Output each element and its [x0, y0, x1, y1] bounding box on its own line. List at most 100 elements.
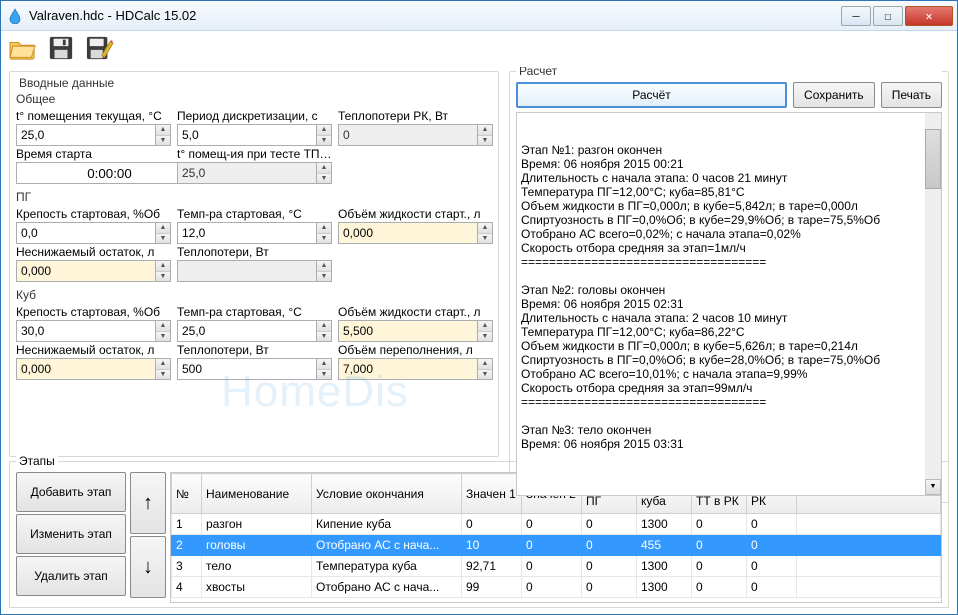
table-cell: 1300: [637, 514, 692, 535]
kub-overflow-label: Объём переполнения, л: [338, 343, 493, 357]
table-row[interactable]: 4хвостыОтобрано АС с нача...9900130000: [172, 577, 941, 598]
spin-buttons[interactable]: ▲▼: [316, 222, 332, 244]
open-button[interactable]: [7, 33, 39, 65]
pg-temp-input[interactable]: [177, 222, 316, 244]
stages-legend: Этапы: [16, 454, 58, 468]
floppy-pencil-icon: [84, 35, 114, 64]
table-cell: 0: [582, 556, 637, 577]
pg-min-label: Неснижаемый остаток, л: [16, 245, 171, 259]
table-cell: 1300: [637, 556, 692, 577]
general-label: Общее: [16, 92, 492, 106]
kub-label: Куб: [16, 288, 492, 302]
spin-buttons[interactable]: ▲▼: [477, 358, 493, 380]
save-result-button[interactable]: Сохранить: [793, 82, 875, 108]
table-header[interactable]: Значен 1: [462, 474, 522, 514]
spin-buttons[interactable]: ▲▼: [316, 260, 332, 282]
pg-temp-label: Темп-ра стартовая, °С: [177, 207, 332, 221]
table-cell: 0: [747, 514, 797, 535]
spin-buttons[interactable]: ▲▼: [316, 124, 332, 146]
pg-min-input[interactable]: [16, 260, 155, 282]
kub-loss-input[interactable]: [177, 358, 316, 380]
table-cell: разгон: [202, 514, 312, 535]
edit-stage-button[interactable]: Изменить этап: [16, 514, 126, 554]
table-cell: 0: [582, 514, 637, 535]
kub-temp-input[interactable]: [177, 320, 316, 342]
kub-loss-label: Теплопотери, Вт: [177, 343, 332, 357]
app-window: Valraven.hdc - HDCalc 15.02 — ☐ ✕ HomeDi…: [0, 0, 958, 615]
spin-buttons[interactable]: ▲▼: [155, 320, 171, 342]
calc-group: Расчет Расчёт Сохранить Печать Этап №1: …: [509, 71, 949, 503]
print-button[interactable]: Печать: [881, 82, 942, 108]
calculate-button[interactable]: Расчёт: [516, 82, 787, 108]
spin-buttons[interactable]: ▲▼: [155, 260, 171, 282]
table-row[interactable]: 1разгонКипение куба000130000: [172, 514, 941, 535]
pg-label: ПГ: [16, 190, 492, 204]
kub-strength-label: Крепость стартовая, %Об: [16, 305, 171, 319]
heatloss-rk-input: [338, 124, 477, 146]
kub-temp-label: Темп-ра стартовая, °С: [177, 305, 332, 319]
table-cell: 0: [692, 577, 747, 598]
table-cell: 92,71: [462, 556, 522, 577]
spin-buttons[interactable]: ▲▼: [477, 222, 493, 244]
scroll-thumb[interactable]: [925, 129, 941, 189]
toolbar: [1, 31, 957, 67]
table-cell: Отобрано АС с нача...: [312, 535, 462, 556]
save-button[interactable]: [45, 33, 77, 65]
t-room-cur-label: t° помещения текущая, °С: [16, 109, 171, 123]
table-cell: Отобрано АС с нача...: [312, 577, 462, 598]
table-row[interactable]: 3телоТемпература куба92,7100130000: [172, 556, 941, 577]
table-header[interactable]: Наименование: [202, 474, 312, 514]
kub-vol-input[interactable]: [338, 320, 477, 342]
period-input[interactable]: [177, 124, 316, 146]
table-cell: 0: [692, 514, 747, 535]
kub-min-input[interactable]: [16, 358, 155, 380]
table-cell: 4: [172, 577, 202, 598]
table-cell: Температура куба: [312, 556, 462, 577]
table-cell: 0: [522, 514, 582, 535]
pg-vol-input[interactable]: [338, 222, 477, 244]
maximize-button[interactable]: ☐: [873, 6, 903, 26]
table-cell: 0: [582, 577, 637, 598]
t-room-test-input: [177, 162, 316, 184]
spin-buttons[interactable]: ▲▼: [316, 162, 332, 184]
spin-buttons[interactable]: ▲▼: [316, 358, 332, 380]
t-room-cur-input[interactable]: [16, 124, 155, 146]
kub-strength-input[interactable]: [16, 320, 155, 342]
spin-buttons[interactable]: ▲▼: [316, 320, 332, 342]
table-cell: 0: [747, 577, 797, 598]
move-up-button[interactable]: ↑: [130, 472, 166, 534]
scrollbar[interactable]: ▲ ▼: [925, 113, 941, 495]
add-stage-button[interactable]: Добавить этап: [16, 472, 126, 512]
spin-buttons[interactable]: ▲▼: [477, 320, 493, 342]
table-cell: головы: [202, 535, 312, 556]
delete-stage-button[interactable]: Удалить этап: [16, 556, 126, 596]
open-folder-icon: [8, 35, 38, 64]
spin-buttons[interactable]: ▲▼: [155, 358, 171, 380]
table-cell: 0: [522, 556, 582, 577]
spin-buttons[interactable]: ▲▼: [477, 124, 493, 146]
titlebar: Valraven.hdc - HDCalc 15.02 — ☐ ✕: [1, 1, 957, 31]
table-cell: 0: [522, 577, 582, 598]
heatloss-rk-label: Теплопотери РК, Вт: [338, 109, 493, 123]
table-header[interactable]: Условие окончания: [312, 474, 462, 514]
table-cell: 99: [462, 577, 522, 598]
table-cell: 2: [172, 535, 202, 556]
spin-buttons[interactable]: ▲▼: [155, 124, 171, 146]
window-title: Valraven.hdc - HDCalc 15.02: [29, 8, 839, 23]
scroll-down-icon[interactable]: ▼: [925, 479, 941, 495]
table-cell: Кипение куба: [312, 514, 462, 535]
spin-buttons[interactable]: ▲▼: [155, 222, 171, 244]
close-button[interactable]: ✕: [905, 6, 953, 26]
saveas-button[interactable]: [83, 33, 115, 65]
start-time-input[interactable]: [16, 162, 202, 184]
log-output[interactable]: Этап №1: разгон окончен Время: 06 ноября…: [516, 112, 942, 496]
minimize-button[interactable]: —: [841, 6, 871, 26]
move-down-button[interactable]: ↓: [130, 536, 166, 598]
table-cell: 3: [172, 556, 202, 577]
pg-loss-label: Теплопотери, Вт: [177, 245, 332, 259]
log-text: Этап №1: разгон окончен Время: 06 ноября…: [521, 143, 937, 451]
table-row[interactable]: 2головыОтобрано АС с нача...100045500: [172, 535, 941, 556]
table-header[interactable]: №: [172, 474, 202, 514]
kub-overflow-input[interactable]: [338, 358, 477, 380]
pg-strength-input[interactable]: [16, 222, 155, 244]
